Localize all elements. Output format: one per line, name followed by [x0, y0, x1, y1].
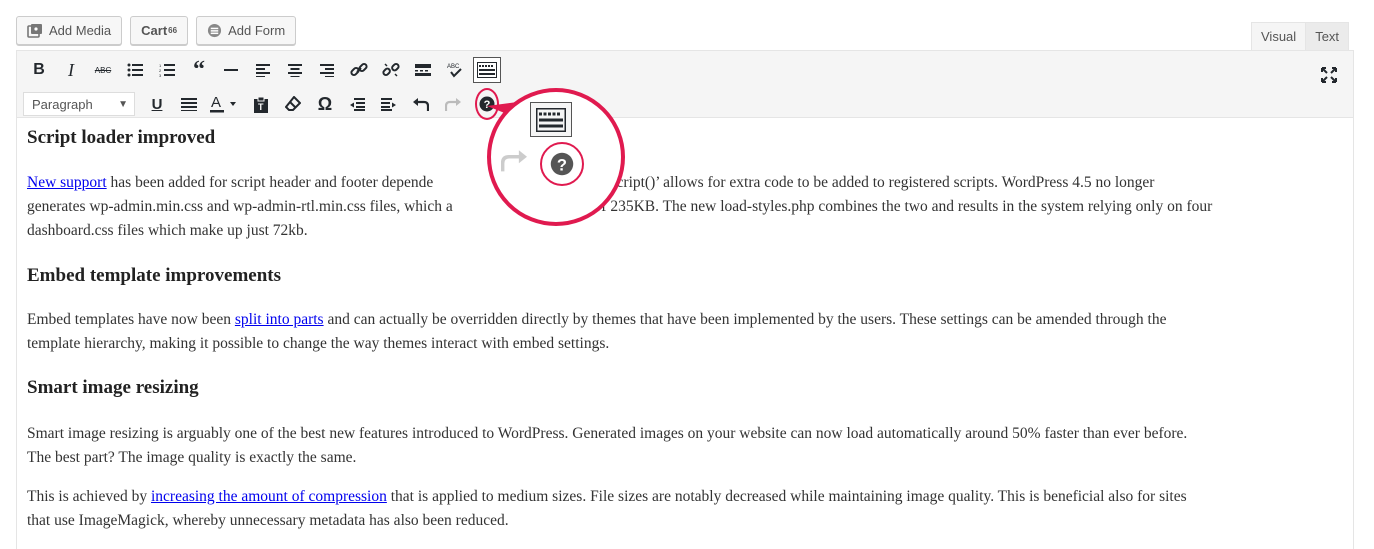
- new-support-link[interactable]: New support: [27, 174, 107, 191]
- paste-text-icon[interactable]: T: [245, 90, 277, 118]
- format-select[interactable]: Paragraph ▼: [23, 92, 135, 116]
- insert-link-icon[interactable]: [343, 56, 375, 84]
- add-form-label: Add Form: [228, 23, 286, 38]
- outdent-icon[interactable]: [341, 90, 373, 118]
- zoomed-keyboard-icon: [530, 102, 572, 137]
- paragraph-smart-image: Smart image resizing is arguably one of …: [27, 422, 1337, 470]
- paragraph-embed-template: Embed templates have now been split into…: [27, 308, 1337, 356]
- heading-embed-template: Embed template improvements: [27, 265, 282, 286]
- paragraph-compression: This is achieved by increasing the amoun…: [27, 485, 1337, 533]
- redo-icon[interactable]: [437, 90, 469, 118]
- form-icon: [207, 23, 222, 38]
- tab-text[interactable]: Text: [1306, 22, 1350, 50]
- p1-text-a: has been added for script header and foo…: [106, 174, 434, 191]
- fullscreen-icon[interactable]: [1313, 61, 1345, 89]
- heading-smart-image: Smart image resizing: [27, 377, 199, 398]
- align-left-icon[interactable]: [247, 56, 279, 84]
- p1-line2-b: ess of 235KB. The new load-styles.php co…: [570, 198, 1213, 215]
- compression-link[interactable]: increasing the amount of compression: [151, 488, 387, 505]
- cart-label: Cart: [141, 23, 168, 38]
- zoomed-help-icon: ?: [540, 142, 584, 186]
- cart-count: 66: [168, 26, 178, 35]
- clear-formatting-icon[interactable]: [277, 90, 309, 118]
- remove-link-icon[interactable]: [375, 56, 407, 84]
- p4-text-b: that is applied to medium sizes. File si…: [386, 488, 1187, 505]
- media-icon: [27, 23, 43, 39]
- zoom-magnifier: ?: [487, 88, 625, 226]
- toolbar-row-2: Paragraph ▼ U A T Ω ?: [23, 88, 499, 120]
- read-more-icon[interactable]: [407, 56, 439, 84]
- editor-toolbar: B I ABC 123 “ ABC Paragraph ▼ U A T Ω ?: [17, 51, 1353, 120]
- justify-icon[interactable]: [173, 90, 205, 118]
- blockquote-icon[interactable]: “: [183, 56, 215, 84]
- bulleted-list-icon[interactable]: [119, 56, 151, 84]
- add-media-button[interactable]: Add Media: [16, 16, 123, 45]
- tab-visual[interactable]: Visual: [1251, 22, 1307, 50]
- spellcheck-icon[interactable]: ABC: [439, 56, 471, 84]
- paragraph-script-loader: New support has been added for script he…: [27, 171, 1337, 243]
- p1-line3: dashboard.css files which make up just 7…: [27, 222, 308, 239]
- p4-text-a: This is achieved by: [27, 488, 151, 505]
- editor: B I ABC 123 “ ABC Paragraph ▼ U A T Ω ?: [16, 50, 1354, 549]
- p1-line2-a: generates wp-admin.min.css and wp-admin-…: [27, 198, 453, 215]
- heading-script-loader: Script loader improved: [27, 127, 216, 148]
- p1-text-b: _add_inlinescript()’ allows for extra co…: [537, 174, 1155, 191]
- svg-text:T: T: [258, 102, 264, 112]
- svg-text:3: 3: [159, 73, 162, 77]
- svg-text:?: ?: [557, 156, 567, 174]
- split-into-parts-link[interactable]: split into parts: [235, 311, 324, 328]
- p2-text-a: Embed templates have now been: [27, 311, 235, 328]
- zoomed-redo-icon: [500, 147, 527, 178]
- editor-mode-tabs: Visual Text: [1251, 22, 1350, 50]
- p3-line1: Smart image resizing is arguably one of …: [27, 425, 1188, 442]
- special-character-icon[interactable]: Ω: [309, 90, 341, 118]
- indent-icon[interactable]: [373, 90, 405, 118]
- svg-text:A: A: [211, 95, 221, 111]
- media-buttons: Add Media Cart 66 Add Form: [16, 16, 297, 45]
- bold-icon[interactable]: B: [23, 56, 55, 84]
- format-select-value: Paragraph: [32, 96, 93, 112]
- undo-icon[interactable]: [405, 90, 437, 118]
- underline-icon[interactable]: U: [141, 90, 173, 118]
- cart-button[interactable]: Cart 66: [130, 16, 189, 45]
- add-form-button[interactable]: Add Form: [196, 16, 297, 45]
- toolbar-toggle-icon[interactable]: [473, 57, 501, 83]
- toolbar-row-1: B I ABC 123 “ ABC: [23, 56, 501, 84]
- p2-text-b: and can actually be overridden directly …: [323, 311, 1167, 328]
- p4-line2: that use ImageMagick, whereby unnecessar…: [27, 512, 509, 529]
- p3-line2: The best part? The image quality is exac…: [27, 449, 357, 466]
- p2-line2: template hierarchy, making it possible t…: [27, 335, 610, 352]
- strikethrough-icon[interactable]: ABC: [87, 56, 119, 84]
- svg-text:ABC: ABC: [447, 64, 460, 70]
- numbered-list-icon[interactable]: 123: [151, 56, 183, 84]
- italic-icon[interactable]: I: [55, 56, 87, 84]
- text-color-icon[interactable]: A: [205, 90, 245, 118]
- align-right-icon[interactable]: [311, 56, 343, 84]
- horizontal-line-icon[interactable]: [215, 56, 247, 84]
- add-media-label: Add Media: [49, 23, 112, 38]
- align-center-icon[interactable]: [279, 56, 311, 84]
- chevron-down-icon: ▼: [118, 98, 128, 110]
